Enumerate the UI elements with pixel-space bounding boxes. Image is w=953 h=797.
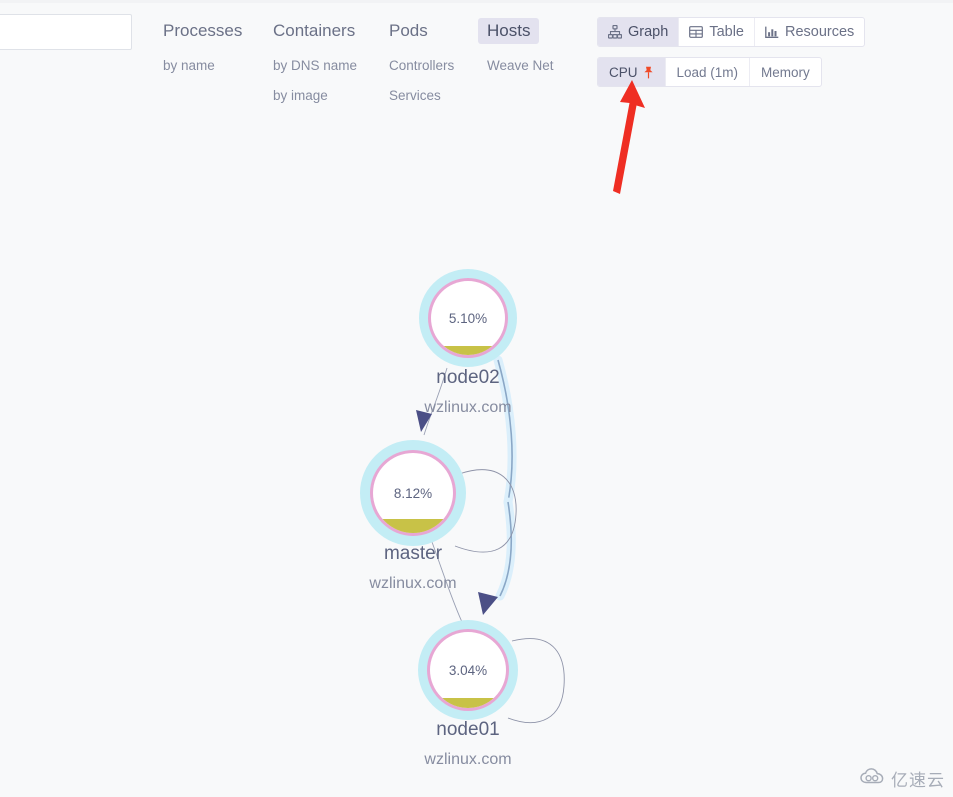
nav-column-containers: Containers by DNS name by image bbox=[273, 18, 389, 111]
master-metric-label: 8.12% bbox=[394, 486, 432, 501]
watermark: 亿速云 bbox=[860, 766, 945, 791]
view-toggle-group: Graph Table Resources bbox=[597, 17, 866, 47]
nav-head-containers[interactable]: Containers bbox=[264, 18, 364, 44]
view-toggle-resources-label: Resources bbox=[784, 24, 855, 40]
table-icon bbox=[689, 25, 704, 39]
metric-toggle-cpu[interactable]: CPU bbox=[598, 58, 666, 86]
topology-nav: Processes by name Containers by DNS name… bbox=[163, 18, 597, 111]
search-box[interactable] bbox=[0, 14, 132, 50]
nav-column-hosts: Hosts Weave Net bbox=[478, 18, 597, 111]
nav-sub-pods-controllers[interactable]: Controllers bbox=[389, 51, 487, 81]
metric-toggle-group: CPU Load (1m) Memory bbox=[597, 57, 822, 87]
nav-head-processes[interactable]: Processes bbox=[154, 18, 251, 44]
metric-toggle-memory[interactable]: Memory bbox=[750, 58, 821, 86]
node02-label: node02 bbox=[436, 367, 499, 388]
graph-node-node01[interactable]: 3.04% node01 wzlinux.com bbox=[418, 620, 518, 768]
view-toggle-table[interactable]: Table bbox=[679, 18, 755, 46]
metric-toggle-load[interactable]: Load (1m) bbox=[666, 58, 751, 86]
topology-graph[interactable]: 5.10% node02 wzlinux.com 8.12% master wz… bbox=[0, 110, 953, 797]
node01-metric-label: 3.04% bbox=[449, 663, 487, 678]
metric-toggle-cpu-label: CPU bbox=[609, 64, 638, 80]
view-toggle-graph[interactable]: Graph bbox=[598, 18, 680, 46]
nav-sub-containers-by-dns-name[interactable]: by DNS name bbox=[273, 51, 389, 81]
search-input[interactable] bbox=[0, 15, 131, 49]
graph-node-master[interactable]: 8.12% master wzlinux.com bbox=[360, 440, 466, 592]
nav-sub-hosts-weave-net[interactable]: Weave Net bbox=[487, 51, 597, 81]
nav-head-hosts[interactable]: Hosts bbox=[478, 18, 540, 44]
metric-toggle-memory-label: Memory bbox=[761, 64, 810, 80]
metric-toggle-load-label: Load (1m) bbox=[676, 64, 739, 80]
node02-sublabel: wzlinux.com bbox=[423, 399, 511, 416]
arrowhead-into-node01 bbox=[478, 592, 498, 615]
master-sublabel: wzlinux.com bbox=[368, 575, 456, 592]
view-toggle-resources[interactable]: Resources bbox=[755, 18, 864, 46]
edge-glow-node02-master bbox=[493, 355, 517, 507]
nav-column-pods: Pods Controllers Services bbox=[389, 18, 487, 111]
top-bar: Processes by name Containers by DNS name… bbox=[0, 0, 953, 194]
resources-icon bbox=[765, 25, 779, 39]
watermark-text: 亿速云 bbox=[891, 771, 945, 791]
cloud-icon bbox=[860, 767, 886, 790]
nav-sub-containers-by-image[interactable]: by image bbox=[273, 81, 389, 111]
node01-sublabel: wzlinux.com bbox=[423, 751, 511, 768]
nav-head-pods[interactable]: Pods bbox=[380, 18, 437, 44]
view-toggle-graph-label: Graph bbox=[628, 24, 669, 40]
master-label: master bbox=[384, 543, 443, 564]
top-hairline bbox=[0, 0, 953, 3]
nav-sub-processes-by-name[interactable]: by name bbox=[163, 51, 273, 81]
pin-icon[interactable] bbox=[643, 66, 654, 79]
graph-icon bbox=[608, 25, 622, 39]
node01-label: node01 bbox=[436, 719, 499, 740]
nav-sub-pods-services[interactable]: Services bbox=[389, 81, 487, 111]
node02-metric-label: 5.10% bbox=[449, 311, 487, 326]
view-toggle-table-label: Table bbox=[709, 24, 744, 40]
nav-column-processes: Processes by name bbox=[163, 18, 273, 111]
graph-canvas[interactable]: 5.10% node02 wzlinux.com 8.12% master wz… bbox=[0, 110, 953, 797]
